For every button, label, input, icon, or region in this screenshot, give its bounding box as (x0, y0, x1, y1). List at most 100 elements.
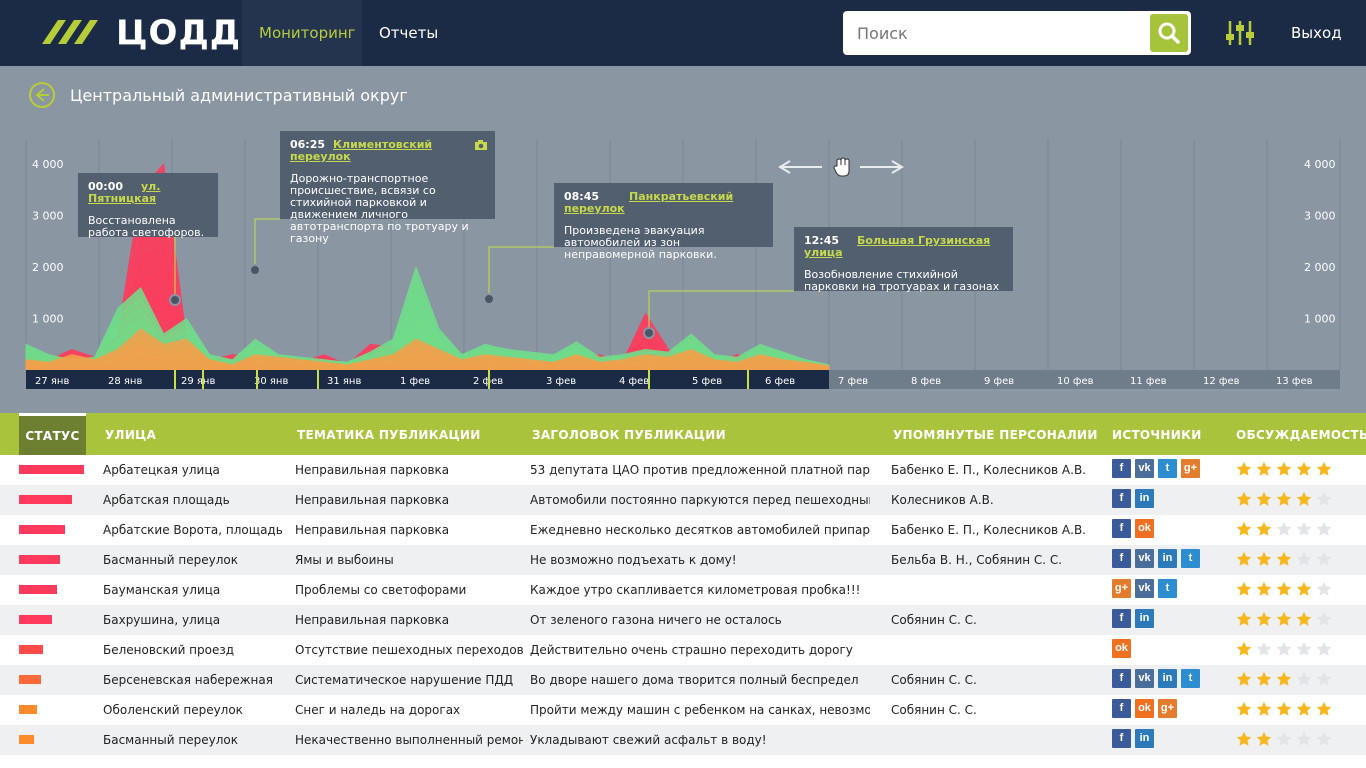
linkedin-icon[interactable]: in (1135, 489, 1154, 508)
search-input[interactable] (857, 11, 1137, 55)
cell-title[interactable]: Автомобили постоянно паркуются перед пеш… (530, 485, 870, 515)
camera-icon[interactable] (475, 140, 487, 150)
linkedin-icon[interactable]: in (1158, 549, 1177, 568)
status-bar (19, 585, 57, 594)
star-empty-icon (1276, 521, 1292, 537)
cell-title[interactable]: Действительно очень страшно переходить д… (530, 635, 870, 665)
table-row[interactable]: Басманный переулок Ямы и выбоины Не возмож… (0, 545, 1366, 575)
rating-stars (1236, 521, 1336, 539)
star-empty-icon (1276, 731, 1292, 747)
table-row[interactable]: Арбатские Ворота, площадь Неправильная па… (0, 515, 1366, 545)
cell-title[interactable]: Каждое утро скапливается километровая пр… (530, 575, 870, 605)
cell-topic: Систематическое нарушение ПДД (295, 673, 514, 687)
cell-persons: Колесников А.В. (891, 493, 994, 507)
rating-stars (1236, 581, 1336, 599)
date-label: 6 фев (765, 376, 795, 387)
table-header: СТАТУС УЛИЦА ТЕМАТИКА ПУБЛИКАЦИИ ЗАГОЛОВ… (0, 413, 1366, 455)
google-plus-icon[interactable]: g+ (1158, 699, 1177, 718)
star-filled-icon (1236, 671, 1252, 687)
logo[interactable]: ЦОДД (28, 14, 240, 52)
linkedin-icon[interactable]: in (1158, 669, 1177, 688)
cell-persons (891, 725, 1101, 755)
star-filled-icon (1236, 731, 1252, 747)
cell-title[interactable]: Не возможно подъехать к дому! (530, 545, 870, 575)
rating-stars (1236, 701, 1336, 719)
facebook-icon[interactable]: f (1112, 489, 1131, 508)
star-empty-icon (1256, 641, 1272, 657)
col-rating-header[interactable]: ОБСУЖДАЕМОСТЬ (1236, 413, 1366, 455)
cell-title[interactable]: Укладывают свежий асфальт в воду! (530, 725, 870, 755)
col-sources-header[interactable]: ИСТОЧНИКИ (1112, 413, 1202, 455)
callout-leader (488, 246, 554, 299)
star-filled-icon (1276, 461, 1292, 477)
facebook-icon[interactable]: f (1112, 699, 1131, 718)
col-title-header[interactable]: ЗАГОЛОВОК ПУБЛИКАЦИИ (532, 413, 726, 455)
y-tick-label: 1 000 (1304, 313, 1336, 326)
cell-title[interactable]: От зеленого газона ничего не осталось (530, 605, 870, 635)
vkontakte-icon[interactable]: vk (1135, 579, 1154, 598)
star-filled-icon (1256, 701, 1272, 717)
twitter-icon[interactable]: t (1181, 549, 1200, 568)
facebook-icon[interactable]: f (1112, 459, 1131, 478)
cell-title[interactable]: Во дворе нашего дома творится полный бес… (530, 665, 870, 695)
twitter-icon[interactable]: t (1158, 579, 1177, 598)
back-arrow-icon[interactable] (28, 81, 56, 109)
facebook-icon[interactable]: f (1112, 549, 1131, 568)
table-row[interactable]: Беленовский проезд Отсутствие пешеходных … (0, 635, 1366, 665)
col-topic-header[interactable]: ТЕМАТИКА ПУБЛИКАЦИИ (297, 413, 481, 455)
star-empty-icon (1296, 521, 1312, 537)
search-button[interactable] (1150, 14, 1188, 52)
cell-title[interactable]: Пройти между машин с ребенком на санках,… (530, 695, 870, 725)
date-label: 12 фев (1203, 376, 1240, 387)
cell-title[interactable]: Ежедневно несколько десятков автомобилей… (530, 515, 870, 545)
table-row[interactable]: Берсеневская набережная Систематическое н… (0, 665, 1366, 695)
cell-street: Арбатские Ворота, площадь (103, 523, 283, 537)
facebook-icon[interactable]: f (1112, 519, 1131, 538)
callout-event[interactable]: 06:25 Климентовский переулок Дорожно-тран… (280, 131, 495, 245)
google-plus-icon[interactable]: g+ (1181, 459, 1200, 478)
col-status-header[interactable]: СТАТУС (19, 413, 86, 455)
star-empty-icon (1296, 671, 1312, 687)
facebook-icon[interactable]: f (1112, 669, 1131, 688)
table-row[interactable]: Арбатецкая улица Неправильная парковка 53 … (0, 455, 1366, 485)
date-label: 4 фев (619, 376, 649, 387)
nav-reports[interactable]: Отчеты (362, 0, 455, 66)
drag-hint[interactable] (776, 155, 906, 179)
callout-event[interactable]: 00:00 ул. Пятницкая Восстановлена работа … (78, 173, 218, 239)
odnoklassniki-icon[interactable]: ok (1112, 639, 1131, 658)
star-filled-icon (1256, 551, 1272, 567)
col-street-header[interactable]: УЛИЦА (105, 413, 156, 455)
callout-event[interactable]: 12:45 Большая Грузинская улица Возобновле… (794, 227, 1013, 293)
callout-leader (648, 290, 794, 333)
twitter-icon[interactable]: t (1181, 669, 1200, 688)
odnoklassniki-icon[interactable]: ok (1135, 699, 1154, 718)
col-persons-header[interactable]: УПОМЯНУТЫЕ ПЕРСОНАЛИИ (893, 413, 1098, 455)
status-bar (19, 645, 43, 654)
search-icon (1158, 22, 1180, 44)
vkontakte-icon[interactable]: vk (1135, 459, 1154, 478)
status-bar (19, 705, 37, 714)
cell-persons: Собянин С. С. (891, 703, 977, 717)
odnoklassniki-icon[interactable]: ok (1135, 519, 1154, 538)
table-row[interactable]: Бауманская улица Проблемы со светофорами К… (0, 575, 1366, 605)
filter-settings-icon[interactable] (1224, 18, 1256, 48)
sources-list: ok (1112, 639, 1135, 661)
vkontakte-icon[interactable]: vk (1135, 669, 1154, 688)
logout-link[interactable]: Выход (1291, 0, 1342, 66)
callout-event[interactable]: 08:45 Панкратьевский переулок Произведена… (554, 183, 773, 261)
twitter-icon[interactable]: t (1158, 459, 1177, 478)
vkontakte-icon[interactable]: vk (1135, 549, 1154, 568)
table-row[interactable]: Оболенский переулок Снег и наледь на доро… (0, 695, 1366, 725)
nav-monitoring[interactable]: Мониторинг (242, 0, 362, 66)
table-row[interactable]: Басманный переулок Некачественно выполнен… (0, 725, 1366, 755)
linkedin-icon[interactable]: in (1135, 609, 1154, 628)
table-row[interactable]: Арбатская площадь Неправильная парковка Ав… (0, 485, 1366, 515)
table-row[interactable]: Бахрушина, улица Неправильная парковка От … (0, 605, 1366, 635)
date-label: 30 янв (254, 376, 288, 387)
star-filled-icon (1296, 461, 1312, 477)
linkedin-icon[interactable]: in (1135, 729, 1154, 748)
facebook-icon[interactable]: f (1112, 729, 1131, 748)
cell-title[interactable]: 53 депутата ЦАО против предложенной плат… (530, 455, 870, 485)
facebook-icon[interactable]: f (1112, 609, 1131, 628)
google-plus-icon[interactable]: g+ (1112, 579, 1131, 598)
